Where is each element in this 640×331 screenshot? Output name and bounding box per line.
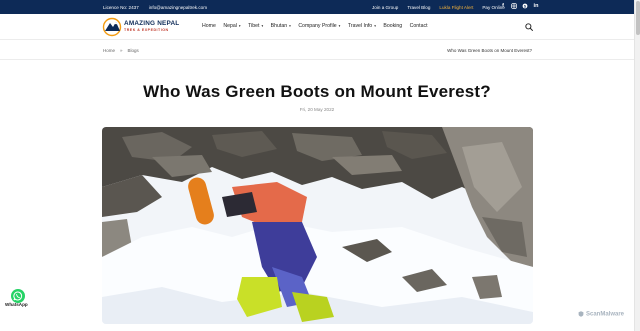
nav-item-home[interactable]: Home xyxy=(202,23,216,29)
main-nav: Home Nepal ▾ Tibet ▾ Bhutan ▾ Company Profi… xyxy=(202,23,428,29)
social-links: f S in xyxy=(500,3,539,10)
chevron-down-icon: ▾ xyxy=(238,24,241,28)
page: Licence No: 2437 info@amazingnepaltrek.c… xyxy=(0,0,640,331)
breadcrumb-current-page: Who Was Green Boots on Mount Everest? xyxy=(447,48,532,53)
travel-blog-link[interactable]: Travel Blog xyxy=(407,5,430,10)
logo-subtitle: TREK & EXPEDITION xyxy=(124,28,169,32)
skype-icon[interactable]: S xyxy=(522,3,528,10)
top-bar-links: Join a Group Travel Blog Lukla Flight Al… xyxy=(372,5,505,10)
breadcrumb-bar: Home » Blogs Who Was Green Boots on Moun… xyxy=(0,41,634,60)
nav-item-nepal[interactable]: Nepal ▾ xyxy=(223,23,240,29)
logo-text: AMAZING NEPAL TREK & EXPEDITION xyxy=(124,20,179,32)
top-bar-contact: Licence No: 2437 info@amazingnepaltrek.c… xyxy=(103,5,207,10)
nav-item-tibet[interactable]: Tibet ▾ xyxy=(248,23,263,29)
facebook-icon[interactable]: f xyxy=(500,3,506,10)
publish-date: Fri, 20 May 2022 xyxy=(299,107,335,112)
contact-email-link[interactable]: info@amazingnepaltrek.com xyxy=(149,5,207,10)
chevron-down-icon: ▾ xyxy=(289,24,291,28)
article-hero-image xyxy=(102,127,533,324)
nav-item-travel-info[interactable]: Travel Info ▾ xyxy=(348,23,376,29)
breadcrumb: Home » Blogs xyxy=(103,48,139,53)
lukla-flight-alert-link[interactable]: Lukla Flight Alert xyxy=(439,5,473,10)
shield-icon xyxy=(578,311,584,317)
instagram-icon[interactable] xyxy=(511,3,517,10)
breadcrumb-separator: » xyxy=(120,48,123,53)
chevron-down-icon: ▾ xyxy=(374,24,376,28)
logo-title: AMAZING NEPAL xyxy=(124,20,180,27)
nav-item-company-profile[interactable]: Company Profile ▾ xyxy=(298,23,340,29)
top-bar: Licence No: 2437 info@amazingnepaltrek.c… xyxy=(0,0,640,14)
page-scrollbar[interactable] xyxy=(634,0,640,331)
page-title: Who Was Green Boots on Mount Everest? xyxy=(143,82,491,101)
whatsapp-button[interactable] xyxy=(11,289,25,303)
breadcrumb-blogs-link[interactable]: Blogs xyxy=(128,48,139,53)
nav-item-contact[interactable]: Contact xyxy=(410,23,428,29)
search-icon[interactable] xyxy=(525,23,533,31)
licence-number: Licence No: 2437 xyxy=(103,4,139,10)
watermark-text: ScanMalware xyxy=(586,311,625,318)
breadcrumb-home-link[interactable]: Home xyxy=(103,48,115,53)
join-group-link[interactable]: Join a Group xyxy=(372,5,398,10)
chevron-down-icon: ▾ xyxy=(338,24,341,28)
whatsapp-icon xyxy=(13,291,23,301)
whatsapp-label[interactable]: WhatsApp xyxy=(5,302,28,307)
nav-item-bhutan[interactable]: Bhutan ▾ xyxy=(271,23,291,29)
chevron-down-icon: ▾ xyxy=(261,24,264,28)
site-header: AMAZING NEPAL TREK & EXPEDITION Home Nep… xyxy=(0,14,634,40)
watermark: ScanMalware xyxy=(578,311,624,318)
linkedin-icon[interactable]: in xyxy=(533,3,539,10)
scrollbar-thumb[interactable] xyxy=(636,1,640,35)
nav-item-booking[interactable]: Booking xyxy=(383,23,402,29)
